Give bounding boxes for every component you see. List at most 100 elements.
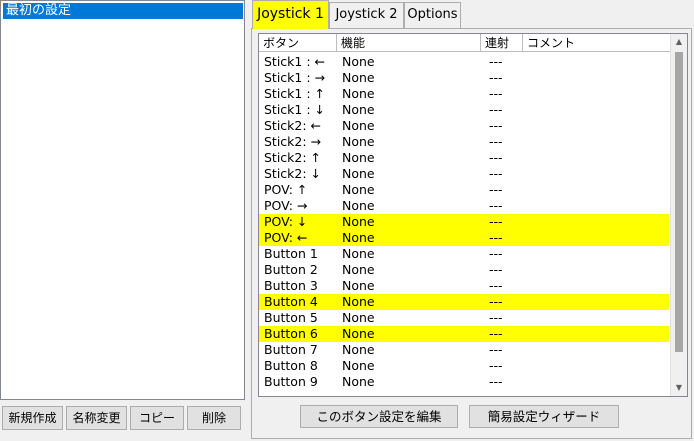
- row-button-cell: Button 9: [264, 374, 318, 389]
- row-function-cell: None: [342, 214, 375, 229]
- table-row[interactable]: Stick2: ↑ None ---: [259, 150, 669, 166]
- copy-profile-button[interactable]: コピー: [130, 406, 184, 430]
- profile-item-selected[interactable]: 最初の設定: [3, 3, 243, 19]
- delete-profile-button[interactable]: 削除: [187, 406, 241, 430]
- table-row[interactable]: Stick1 : ↑ None ---: [259, 86, 669, 102]
- row-function-cell: None: [342, 342, 375, 357]
- row-rapid-cell: ---: [489, 150, 503, 165]
- row-function-cell: None: [342, 278, 375, 293]
- row-function-cell: None: [342, 70, 375, 85]
- table-row[interactable]: Stick1 : ↓ None ---: [259, 102, 669, 118]
- row-rapid-cell: ---: [489, 342, 503, 357]
- column-header-rapid[interactable]: 連射: [481, 34, 523, 52]
- table-row[interactable]: Button 5 None ---: [259, 310, 669, 326]
- row-button-cell: Stick2: ↓: [264, 166, 322, 181]
- rename-profile-button[interactable]: 名称変更: [66, 406, 127, 430]
- scroll-down-icon[interactable]: ▼: [671, 380, 687, 396]
- row-rapid-cell: ---: [489, 310, 503, 325]
- row-rapid-cell: ---: [489, 198, 503, 213]
- row-rapid-cell: ---: [489, 326, 503, 341]
- button-assignment-list[interactable]: ボタン 機能 連射 コメント Stick1 : ← None --- Stick1 :…: [258, 33, 688, 397]
- table-row[interactable]: Button 2 None ---: [259, 262, 669, 278]
- column-header-comment[interactable]: コメント: [523, 34, 671, 52]
- row-function-cell: None: [342, 166, 375, 181]
- row-button-cell: Button 4: [264, 294, 318, 309]
- new-profile-button[interactable]: 新規作成: [2, 406, 63, 430]
- row-function-cell: None: [342, 182, 375, 197]
- row-function-cell: None: [342, 150, 375, 165]
- row-rapid-cell: ---: [489, 230, 503, 245]
- row-function-cell: None: [342, 246, 375, 261]
- profile-list[interactable]: 最初の設定: [0, 0, 245, 400]
- setup-wizard-button[interactable]: 簡易設定ウィザード: [469, 405, 619, 428]
- row-rapid-cell: ---: [489, 246, 503, 261]
- tab-joystick-1[interactable]: Joystick 1: [252, 0, 329, 29]
- table-row[interactable]: Stick1 : → None ---: [259, 70, 669, 86]
- table-row[interactable]: Button 9 None ---: [259, 374, 669, 390]
- row-function-cell: None: [342, 134, 375, 149]
- row-function-cell: None: [342, 374, 375, 389]
- scroll-up-icon[interactable]: ▲: [671, 34, 687, 50]
- row-function-cell: None: [342, 310, 375, 325]
- row-button-cell: Button 6: [264, 326, 318, 341]
- table-row[interactable]: Button 6 None ---: [259, 326, 669, 342]
- table-row[interactable]: Stick2: ← None ---: [259, 118, 669, 134]
- table-row[interactable]: POV: ↓ None ---: [259, 214, 669, 230]
- table-row[interactable]: Stick2: → None ---: [259, 134, 669, 150]
- row-function-cell: None: [342, 118, 375, 133]
- tab-joystick-2[interactable]: Joystick 2: [329, 2, 404, 28]
- row-button-cell: Stick1 : →: [264, 70, 326, 85]
- table-body: Stick1 : ← None --- Stick1 : → None --- Stick1…: [259, 54, 669, 390]
- row-function-cell: None: [342, 198, 375, 213]
- column-header-button[interactable]: ボタン: [259, 34, 337, 52]
- table-row[interactable]: Stick2: ↓ None ---: [259, 166, 669, 182]
- row-rapid-cell: ---: [489, 294, 503, 309]
- table-row[interactable]: POV: ↑ None ---: [259, 182, 669, 198]
- row-button-cell: POV: →: [264, 198, 308, 213]
- table-row[interactable]: Button 7 None ---: [259, 342, 669, 358]
- row-rapid-cell: ---: [489, 86, 503, 101]
- table-row[interactable]: Button 1 None ---: [259, 246, 669, 262]
- row-rapid-cell: ---: [489, 358, 503, 373]
- row-button-cell: Stick1 : ↓: [264, 102, 326, 117]
- vertical-scrollbar[interactable]: ▲ ▼: [670, 34, 687, 396]
- row-function-cell: None: [342, 86, 375, 101]
- row-rapid-cell: ---: [489, 118, 503, 133]
- row-button-cell: POV: ←: [264, 230, 308, 245]
- row-button-cell: Stick1 : ←: [264, 54, 326, 69]
- table-row[interactable]: Stick1 : ← None ---: [259, 54, 669, 70]
- row-function-cell: None: [342, 54, 375, 69]
- row-button-cell: Stick1 : ↑: [264, 86, 326, 101]
- row-button-cell: Stick2: ←: [264, 118, 322, 133]
- table-row[interactable]: Button 8 None ---: [259, 358, 669, 374]
- table-row[interactable]: Button 4 None ---: [259, 294, 669, 310]
- edit-button-setting-button[interactable]: このボタン設定を編集: [300, 405, 458, 428]
- row-rapid-cell: ---: [489, 374, 503, 389]
- row-button-cell: Button 8: [264, 358, 318, 373]
- table-row[interactable]: POV: ← None ---: [259, 230, 669, 246]
- row-function-cell: None: [342, 230, 375, 245]
- row-button-cell: POV: ↑: [264, 182, 308, 197]
- row-rapid-cell: ---: [489, 214, 503, 229]
- row-button-cell: Stick2: ↑: [264, 150, 322, 165]
- row-button-cell: Button 3: [264, 278, 318, 293]
- row-rapid-cell: ---: [489, 182, 503, 197]
- scrollbar-thumb[interactable]: [675, 52, 683, 352]
- row-function-cell: None: [342, 358, 375, 373]
- table-row[interactable]: Button 3 None ---: [259, 278, 669, 294]
- row-function-cell: None: [342, 262, 375, 277]
- column-header-function[interactable]: 機能: [337, 34, 481, 52]
- row-rapid-cell: ---: [489, 278, 503, 293]
- row-button-cell: Button 2: [264, 262, 318, 277]
- row-rapid-cell: ---: [489, 70, 503, 85]
- row-rapid-cell: ---: [489, 134, 503, 149]
- row-button-cell: Button 1: [264, 246, 318, 261]
- row-button-cell: Button 5: [264, 310, 318, 325]
- row-function-cell: None: [342, 326, 375, 341]
- row-function-cell: None: [342, 294, 375, 309]
- table-row[interactable]: POV: → None ---: [259, 198, 669, 214]
- row-rapid-cell: ---: [489, 102, 503, 117]
- row-rapid-cell: ---: [489, 54, 503, 69]
- tab-options[interactable]: Options: [404, 2, 461, 28]
- row-button-cell: Button 7: [264, 342, 318, 357]
